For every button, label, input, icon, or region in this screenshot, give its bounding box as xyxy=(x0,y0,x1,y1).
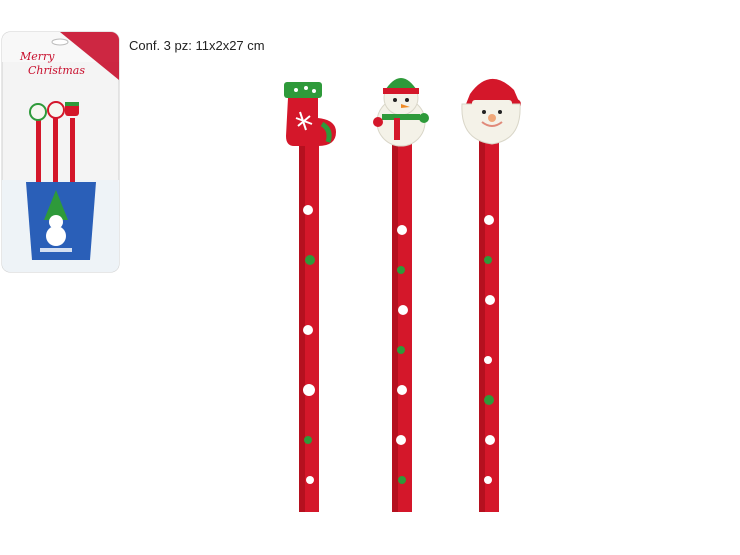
svg-text:Christmas: Christmas xyxy=(28,64,85,77)
package-thumbnail: Merry Christmas xyxy=(0,30,121,274)
pencil-snowman xyxy=(373,78,429,512)
stocking-eraser-icon xyxy=(284,82,336,146)
svg-text:Merry: Merry xyxy=(19,50,55,63)
snowman-eraser-icon xyxy=(373,78,429,147)
pencil-stocking xyxy=(284,82,336,512)
pencil-set xyxy=(270,60,540,520)
pencil-santa xyxy=(461,78,521,512)
package-illustration: Merry Christmas xyxy=(1,31,120,273)
product-caption: Conf. 3 pz: 11x2x27 cm xyxy=(129,38,265,53)
santa-eraser-icon xyxy=(461,78,521,145)
